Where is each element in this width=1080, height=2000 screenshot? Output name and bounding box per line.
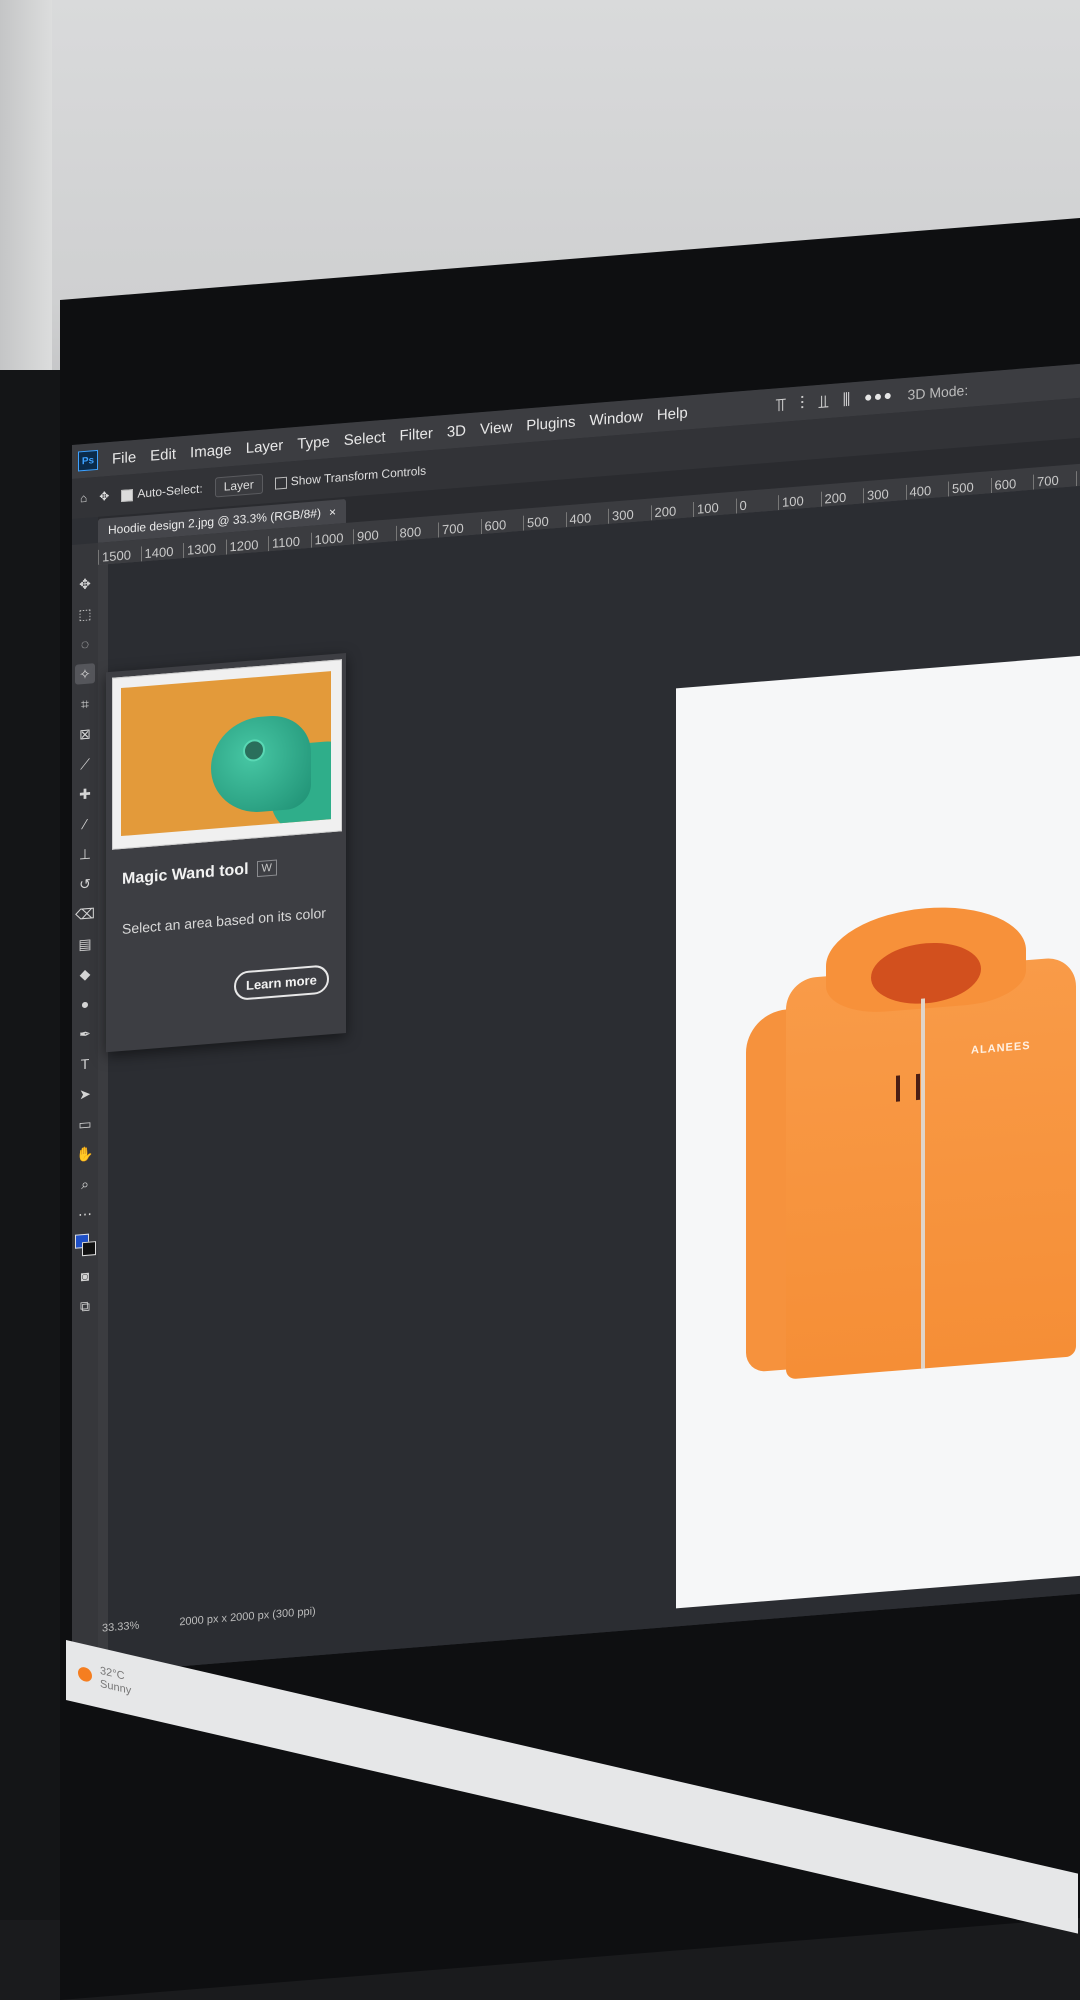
path-select-icon[interactable]: ➤	[75, 1083, 95, 1105]
more-options-button[interactable]: •••	[864, 383, 893, 411]
auto-select-label: Auto-Select:	[137, 481, 202, 500]
more-tools-icon[interactable]: ⋯	[75, 1203, 95, 1225]
wall-corner	[0, 0, 52, 380]
screen-mode-icon[interactable]: ⧉	[75, 1295, 95, 1317]
chameleon-head	[211, 713, 311, 816]
menu-layer[interactable]: Layer	[246, 437, 284, 457]
tooltip-title-text: Magic Wand tool	[122, 861, 249, 889]
menu-spacer	[702, 407, 762, 412]
magic-wand-tooltip: Magic Wand tool W Select an area based o…	[106, 653, 346, 1052]
marquee-tool-icon[interactable]: ⬚	[75, 603, 95, 625]
show-transform-checkbox[interactable]: Show Transform Controls	[275, 464, 426, 490]
magic-wand-tool-icon[interactable]: ✧	[75, 663, 95, 685]
eraser-tool-icon[interactable]: ⌫	[75, 903, 95, 925]
distribute-icon[interactable]: ⦀	[843, 389, 851, 411]
lasso-tool-icon[interactable]: ◌	[75, 633, 95, 655]
photoshop-window: Ps File Edit Image Layer Type Select Fil…	[72, 363, 1080, 1675]
weather-widget[interactable]: 32°C Sunny	[100, 1665, 131, 1698]
tooltip-shortcut-key: W	[257, 860, 277, 878]
show-transform-label: Show Transform Controls	[291, 464, 426, 489]
tooltip-preview-image	[121, 671, 331, 836]
blur-tool-icon[interactable]: ◆	[75, 963, 95, 985]
home-icon[interactable]: ⌂	[80, 491, 87, 506]
gradient-tool-icon[interactable]: ▤	[75, 933, 95, 955]
layer-dropdown[interactable]: Layer	[215, 474, 263, 498]
align-tools: ⫪ ⫶ ⫫ ⦀	[776, 389, 851, 416]
menu-edit[interactable]: Edit	[150, 445, 176, 464]
sun-icon	[78, 1666, 92, 1683]
document-image[interactable]: ALANEES	[676, 651, 1080, 1608]
hoodie-image: ALANEES	[746, 896, 1076, 1393]
tooltip-title: Magic Wand tool W	[122, 859, 277, 889]
tools-panel: ✥ ⬚ ◌ ✧ ⌗ ⊠ ⟋ ✚ ⁄ ⊥ ↺ ⌫ ▤ ◆ ● ✒ T ➤ ▭ ✋ …	[72, 543, 98, 1675]
zoom-level[interactable]: 33.33%	[102, 1620, 139, 1643]
move-tool-icon[interactable]: ✥	[75, 573, 95, 595]
menu-image[interactable]: Image	[190, 441, 232, 461]
tooltip-description: Select an area based on its color	[122, 905, 326, 937]
align-bottom-icon[interactable]: ⫫	[818, 391, 828, 413]
dodge-tool-icon[interactable]: ●	[75, 993, 95, 1015]
auto-select-checkbox[interactable]: Auto-Select:	[121, 481, 202, 502]
eyedropper-tool-icon[interactable]: ⟋	[75, 753, 95, 775]
menu-filter[interactable]: Filter	[400, 424, 433, 444]
3d-mode-label: 3D Mode:	[908, 382, 969, 403]
photoshop-logo-icon[interactable]: Ps	[78, 450, 98, 472]
menu-file[interactable]: File	[112, 448, 136, 467]
close-icon[interactable]: ×	[329, 505, 336, 520]
stamp-tool-icon[interactable]: ⊥	[75, 843, 95, 865]
align-middle-icon[interactable]: ⫶	[800, 393, 805, 414]
ruler-tick: 800	[1076, 468, 1080, 486]
menu-plugins[interactable]: Plugins	[526, 413, 575, 434]
hoodie-drawcord	[896, 1075, 900, 1101]
move-tool-icon[interactable]: ✥	[99, 489, 109, 504]
brush-tool-icon[interactable]: ⁄	[75, 813, 95, 835]
zoom-tool-icon[interactable]: ⌕	[75, 1173, 95, 1195]
crop-tool-icon[interactable]: ⌗	[75, 693, 95, 715]
history-brush-icon[interactable]: ↺	[75, 873, 95, 895]
hoodie-zipper	[921, 998, 925, 1368]
menu-help[interactable]: Help	[657, 404, 688, 423]
menu-type[interactable]: Type	[297, 433, 330, 453]
healing-brush-icon[interactable]: ✚	[75, 783, 95, 805]
menu-view[interactable]: View	[480, 418, 512, 438]
menu-3d[interactable]: 3D	[447, 422, 466, 441]
background-color-swatch[interactable]	[82, 1241, 96, 1256]
type-tool-icon[interactable]: T	[75, 1053, 95, 1075]
rectangle-tool-icon[interactable]: ▭	[75, 1113, 95, 1135]
hoodie-body	[786, 956, 1076, 1379]
checkbox-unchecked-icon	[275, 477, 287, 490]
frame-tool-icon[interactable]: ⊠	[75, 723, 95, 745]
learn-more-button[interactable]: Learn more	[234, 964, 329, 1001]
tooltip-preview	[112, 659, 342, 850]
color-swatches[interactable]	[75, 1233, 95, 1257]
menu-select[interactable]: Select	[344, 428, 386, 448]
align-top-icon[interactable]: ⫪	[776, 394, 786, 416]
pen-tool-icon[interactable]: ✒	[75, 1023, 95, 1045]
hoodie-drawcord	[916, 1074, 920, 1100]
menu-window[interactable]: Window	[589, 408, 642, 429]
hand-tool-icon[interactable]: ✋	[75, 1143, 95, 1165]
quick-mask-icon[interactable]: ◙	[75, 1265, 95, 1287]
checkbox-checked-icon	[121, 489, 133, 502]
